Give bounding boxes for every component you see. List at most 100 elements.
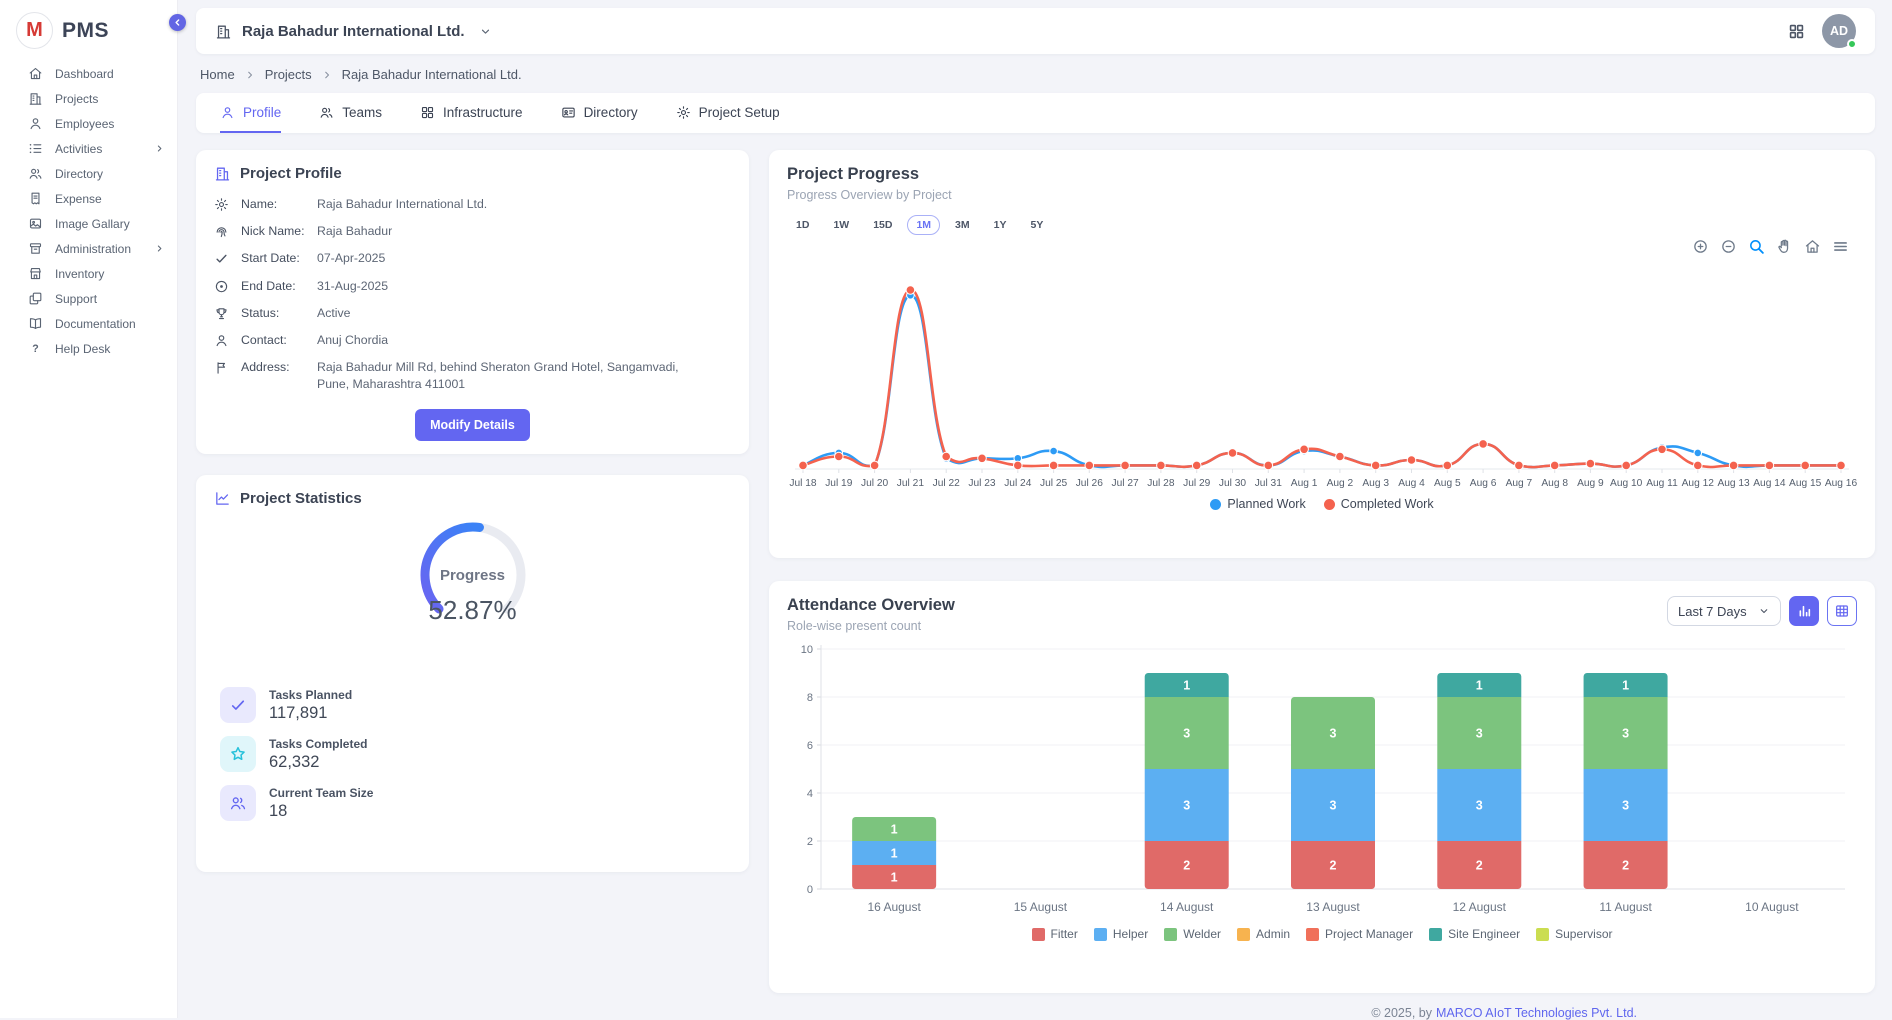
- profile-field-nick-name: Nick Name:Raja Bahadur: [214, 223, 731, 240]
- sidebar-item-dashboard[interactable]: Dashboard: [0, 61, 177, 86]
- field-label: Contact:: [241, 332, 305, 349]
- sidebar-collapse-button[interactable]: [169, 14, 186, 31]
- user-avatar[interactable]: AD: [1822, 14, 1856, 48]
- legend-marker: [1429, 928, 1442, 941]
- field-value: Raja Bahadur Mill Rd, behind Sheraton Gr…: [317, 359, 685, 393]
- sidebar-item-label: Inventory: [55, 267, 104, 281]
- legend-welder[interactable]: Welder: [1164, 927, 1221, 941]
- svg-text:Jul 27: Jul 27: [1112, 478, 1140, 489]
- tab-profile[interactable]: Profile: [220, 93, 281, 133]
- range-1w-button[interactable]: 1W: [824, 215, 858, 235]
- svg-text:16 August: 16 August: [867, 900, 921, 914]
- company-selector[interactable]: Raja Bahadur International Ltd.: [215, 23, 492, 40]
- svg-text:2: 2: [1476, 859, 1483, 873]
- store-icon: [28, 266, 43, 281]
- legend-fitter[interactable]: Fitter: [1032, 927, 1078, 941]
- svg-text:11 August: 11 August: [1599, 900, 1652, 914]
- profile-field-status: Status: Active: [214, 305, 731, 322]
- home-icon[interactable]: [1804, 238, 1821, 255]
- sidebar-item-inventory[interactable]: Inventory: [0, 261, 177, 286]
- tab-directory[interactable]: Directory: [561, 93, 638, 133]
- users-icon: [28, 166, 43, 181]
- legend-admin[interactable]: Admin: [1237, 927, 1290, 941]
- legend-marker: [1324, 499, 1335, 510]
- sidebar-item-label: Documentation: [55, 317, 136, 331]
- svg-text:3: 3: [1476, 799, 1483, 813]
- view-bar-chart-button[interactable]: [1789, 596, 1819, 626]
- sidebar-item-projects[interactable]: Projects: [0, 86, 177, 111]
- list-icon: [28, 141, 43, 156]
- range-1y-button[interactable]: 1Y: [985, 215, 1016, 235]
- tab-infrastructure[interactable]: Infrastructure: [420, 93, 523, 133]
- attendance-controls: Last 7 Days: [1667, 596, 1857, 626]
- apps-grid-icon[interactable]: [1787, 22, 1806, 41]
- archive-icon: [28, 241, 43, 256]
- stat-texts: Current Team Size18: [269, 786, 373, 821]
- menu-icon[interactable]: [1832, 238, 1849, 255]
- sidebar-item-administration[interactable]: Administration: [0, 236, 177, 261]
- profile-field-start-date: Start Date:07-Apr-2025: [214, 250, 731, 267]
- question-icon: ?: [28, 341, 43, 356]
- range-1m-button[interactable]: 1M: [907, 215, 940, 235]
- sidebar-item-employees[interactable]: Employees: [0, 111, 177, 136]
- pan-icon[interactable]: [1776, 238, 1793, 255]
- sidebar-item-image-gallary[interactable]: Image Gallary: [0, 211, 177, 236]
- sidebar-item-label: Expense: [55, 192, 102, 206]
- range-1d-button[interactable]: 1D: [787, 215, 818, 235]
- card-title: Project Profile: [240, 165, 342, 182]
- selection-zoom-icon[interactable]: [1748, 238, 1765, 255]
- tab-project-setup[interactable]: Project Setup: [676, 93, 780, 133]
- zoom-out-icon[interactable]: [1720, 238, 1737, 255]
- chevron-left-icon: [172, 17, 183, 28]
- legend-project-manager[interactable]: Project Manager: [1306, 927, 1413, 941]
- field-value: Active: [317, 305, 351, 322]
- modify-details-button[interactable]: Modify Details: [415, 409, 530, 441]
- sidebar-item-support[interactable]: Support: [0, 286, 177, 311]
- svg-text:?: ?: [32, 343, 38, 355]
- svg-text:8: 8: [807, 692, 813, 704]
- breadcrumb-home[interactable]: Home: [200, 67, 235, 82]
- svg-text:Aug 10: Aug 10: [1610, 478, 1643, 489]
- date-range-select[interactable]: Last 7 Days: [1667, 596, 1781, 626]
- tab-label: Project Setup: [699, 105, 780, 120]
- field-label: End Date:: [241, 278, 305, 295]
- field-label: Start Date:: [241, 250, 305, 267]
- zoom-in-icon[interactable]: [1692, 238, 1709, 255]
- breadcrumb-projects[interactable]: Projects: [265, 67, 312, 82]
- sidebar-item-directory[interactable]: Directory: [0, 161, 177, 186]
- view-table-button[interactable]: [1827, 596, 1857, 626]
- attendance-bar-chart: 024681011116 August15 August233114 Augus…: [787, 639, 1857, 923]
- field-value: 31-Aug-2025: [317, 278, 388, 295]
- project-progress-card: Project Progress Progress Overview by Pr…: [769, 150, 1875, 558]
- range-5y-button[interactable]: 5Y: [1021, 215, 1052, 235]
- svg-text:10: 10: [801, 644, 813, 656]
- legend-label: Supervisor: [1555, 927, 1612, 941]
- breadcrumb: HomeProjectsRaja Bahadur International L…: [196, 54, 1875, 93]
- svg-text:Aug 8: Aug 8: [1541, 478, 1568, 489]
- sidebar-item-documentation[interactable]: Documentation: [0, 311, 177, 336]
- legend-completed-work[interactable]: Completed Work: [1324, 497, 1434, 511]
- sidebar-item-label: Directory: [55, 167, 103, 181]
- sidebar-item-expense[interactable]: Expense: [0, 186, 177, 211]
- field-label: Status:: [241, 305, 305, 322]
- profile-field-name: Name:Raja Bahadur International Ltd.: [214, 196, 731, 213]
- copy-icon: [28, 291, 43, 306]
- legend-planned-work[interactable]: Planned Work: [1210, 497, 1305, 511]
- legend-marker: [1237, 928, 1250, 941]
- svg-text:Jul 25: Jul 25: [1040, 478, 1068, 489]
- legend-supervisor[interactable]: Supervisor: [1536, 927, 1612, 941]
- legend-site-engineer[interactable]: Site Engineer: [1429, 927, 1520, 941]
- range-3m-button[interactable]: 3M: [946, 215, 979, 235]
- svg-text:Aug 4: Aug 4: [1398, 478, 1425, 489]
- sidebar-item-help-desk[interactable]: ?Help Desk: [0, 336, 177, 361]
- stat-icon-box: [220, 736, 256, 772]
- svg-text:Aug 15: Aug 15: [1789, 478, 1822, 489]
- book-icon: [28, 316, 43, 331]
- sidebar-item-activities[interactable]: Activities: [0, 136, 177, 161]
- sidebar-item-label: Employees: [55, 117, 114, 131]
- svg-text:Jul 24: Jul 24: [1004, 478, 1032, 489]
- tab-teams[interactable]: Teams: [319, 93, 382, 133]
- legend-marker: [1094, 928, 1107, 941]
- range-15d-button[interactable]: 15D: [864, 215, 901, 235]
- legend-helper[interactable]: Helper: [1094, 927, 1148, 941]
